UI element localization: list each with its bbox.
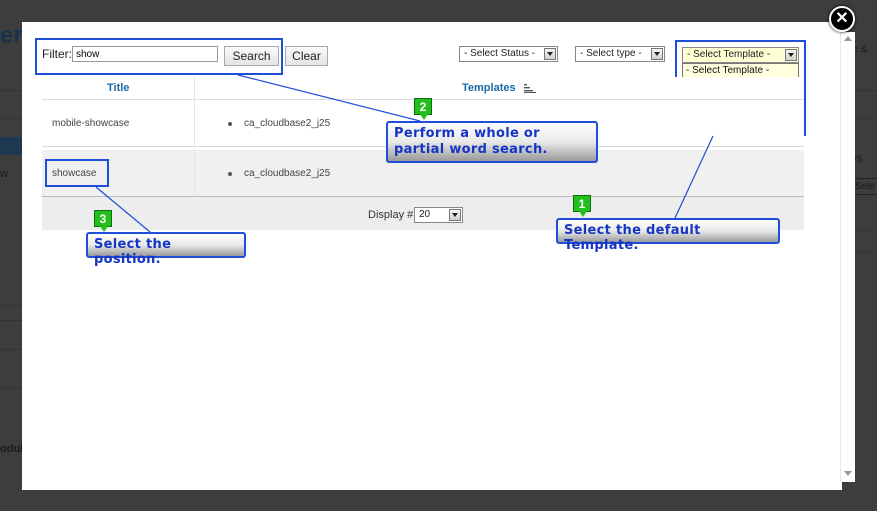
scroll-down-arrow-icon[interactable] — [844, 471, 852, 476]
background-divider — [0, 349, 22, 350]
callout-select-position: Select the position. — [86, 232, 246, 267]
filter-search-input[interactable] — [72, 46, 218, 62]
row-title[interactable]: mobile-showcase — [52, 118, 129, 129]
background-divider — [0, 388, 22, 389]
callout-default-template: Select the default Template. — [556, 218, 780, 253]
chevron-down-icon[interactable] — [449, 209, 461, 221]
callout-word-search: Perform a whole or partial word search. — [386, 121, 598, 163]
column-header-templates[interactable]: Templates — [462, 82, 516, 94]
template-option[interactable]: - Select Template - — [683, 64, 798, 77]
column-divider — [194, 150, 195, 196]
step-1-badge: 1 — [573, 195, 591, 217]
step-2-badge: 2 — [414, 98, 432, 120]
clear-button[interactable]: Clear — [285, 46, 328, 66]
display-count-select[interactable]: 20 — [414, 207, 463, 223]
background-active-item — [0, 137, 22, 155]
column-header-title[interactable]: Title — [107, 82, 129, 94]
close-icon[interactable]: ✕ — [829, 6, 855, 32]
display-count-label: Display # — [368, 209, 414, 221]
template-select[interactable]: - Select Template - — [682, 47, 799, 63]
bullet-icon — [228, 172, 232, 176]
chevron-down-icon[interactable] — [785, 49, 797, 61]
search-button[interactable]: Search — [224, 46, 279, 66]
scroll-up-arrow-icon[interactable] — [844, 36, 852, 41]
sort-icon[interactable] — [524, 83, 536, 93]
status-select-value: - Select Status - — [464, 48, 536, 59]
status-select[interactable]: - Select Status - — [459, 46, 558, 62]
background-divider — [0, 118, 22, 119]
row-template: ca_cloudbase2_j25 — [244, 168, 331, 179]
chevron-down-icon[interactable] — [544, 48, 556, 60]
background-divider — [0, 305, 22, 306]
template-select-value: - Select Template - — [687, 49, 771, 60]
bullet-icon — [228, 122, 232, 126]
step-3-badge: 3 — [94, 210, 112, 232]
filter-label: Filter: — [42, 47, 72, 61]
display-count-value: 20 — [419, 209, 431, 220]
table-header: Title Templates — [42, 77, 804, 100]
chevron-down-icon[interactable] — [651, 48, 663, 60]
column-divider — [194, 100, 195, 146]
column-divider — [194, 77, 195, 100]
background-divider — [0, 320, 22, 321]
type-select-value: - Select type - — [580, 48, 642, 59]
modal-scrollbar[interactable] — [840, 32, 855, 482]
type-select[interactable]: - Select type - — [575, 46, 665, 62]
row-template: ca_cloudbase2_j25 — [244, 118, 331, 129]
background-left-fragment: w — [0, 168, 8, 180]
background-divider — [0, 90, 22, 91]
position-highlight-box — [45, 159, 109, 187]
